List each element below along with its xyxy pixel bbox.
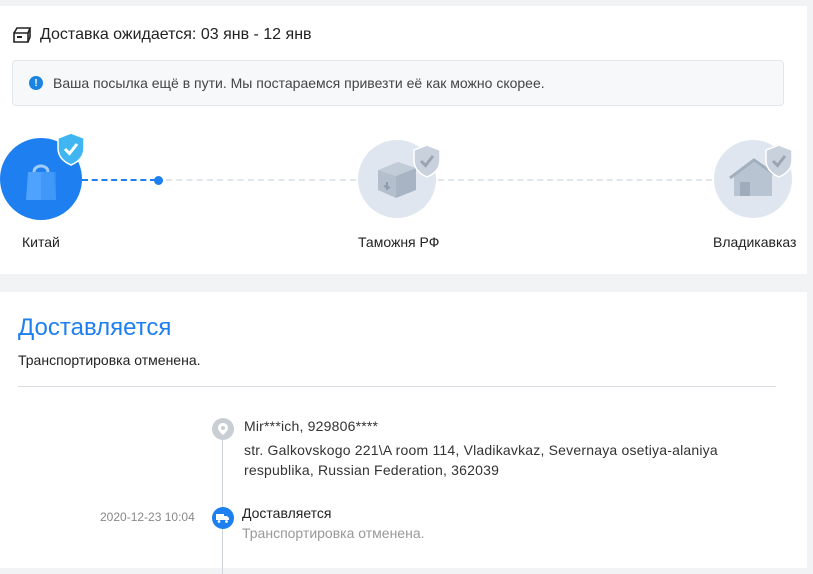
status-title: Доставляется (18, 314, 172, 341)
recipient-name-phone: Mir***ich, 929806**** (244, 418, 379, 434)
event-title: Доставляется (242, 505, 332, 521)
delivery-box-icon (13, 27, 32, 43)
eta-text: Доставка ожидается: 03 янв - 12 янв (40, 26, 312, 43)
pending-shield-icon (765, 144, 793, 178)
stage-label-customs: Таможня РФ (358, 234, 440, 250)
stage-label-destination: Владикавказ (713, 234, 797, 250)
delivery-overview-card: Доставка ожидается: 03 янв - 12 янв ! Ва… (0, 6, 807, 274)
transit-notice: ! Ваша посылка ещё в пути. Мы постараемс… (12, 60, 784, 106)
route-progress-dot (154, 176, 163, 185)
event-description: Транспортировка отменена. (242, 525, 425, 541)
location-pin-icon (212, 418, 234, 440)
notice-text: Ваша посылка ещё в пути. Мы постараемся … (53, 75, 545, 91)
event-time: 2020-12-23 10:04 (100, 510, 195, 524)
route-line-pending (166, 179, 356, 181)
delivery-truck-icon (212, 507, 234, 529)
tracking-details-card: Доставляется Транспортировка отменена. M… (0, 292, 807, 574)
verified-shield-icon (57, 132, 85, 166)
status-subtitle: Транспортировка отменена. (18, 352, 201, 368)
route-progress-line (82, 179, 156, 181)
address-line-1: str. Galkovskogo 221\A room 114, Vladika… (244, 442, 718, 458)
stage-label-china: Китай (22, 234, 60, 250)
recipient-address: str. Galkovskogo 221\A room 114, Vladika… (244, 440, 744, 480)
info-icon: ! (29, 76, 43, 90)
route-line-pending (438, 179, 712, 181)
address-line-2: respublika, Russian Federation, 362039 (244, 462, 500, 478)
timeline-line (222, 434, 223, 574)
divider (18, 386, 776, 387)
eta-row: Доставка ожидается: 03 янв - 12 янв (12, 26, 312, 44)
pending-shield-icon (413, 144, 441, 178)
